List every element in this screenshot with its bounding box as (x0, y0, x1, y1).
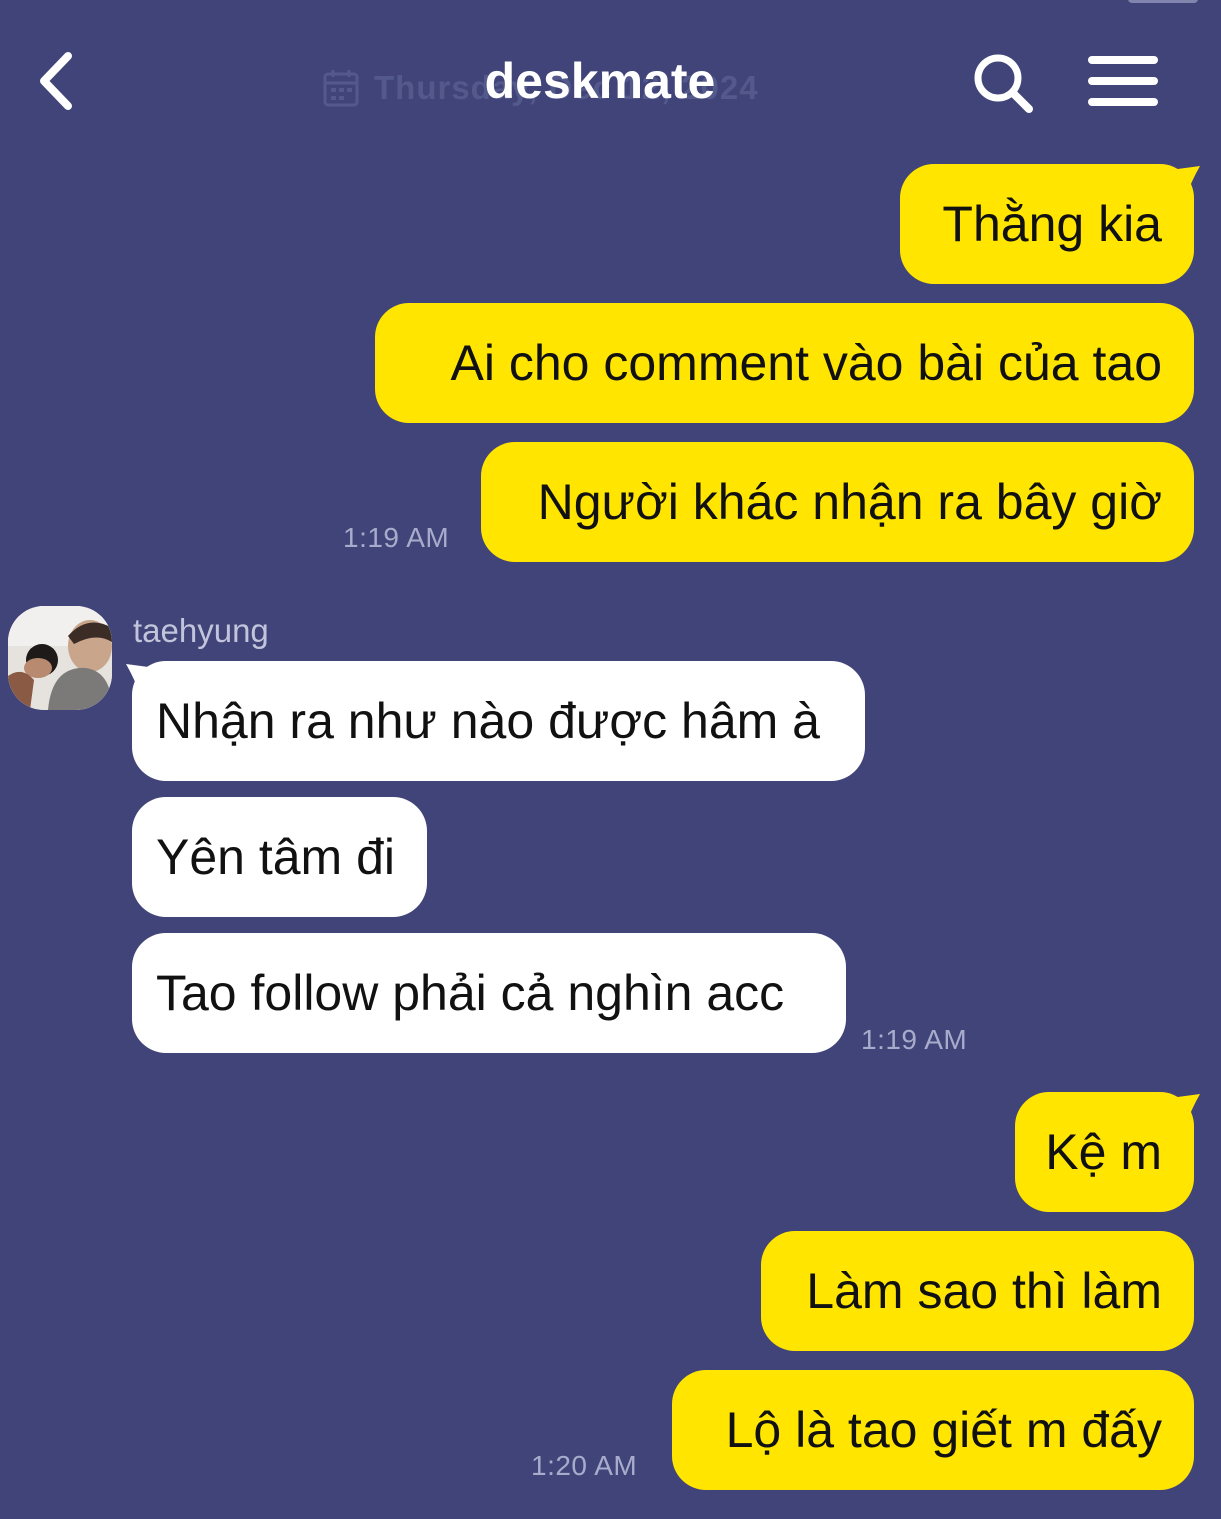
message-bubble-incoming[interactable]: Tao follow phải cả nghìn acc (132, 933, 846, 1053)
message-timestamp: 1:20 AM (531, 1450, 638, 1481)
message-bubble-outgoing[interactable]: Kệ m (1015, 1092, 1194, 1212)
avatar-photo (8, 606, 112, 710)
message-bubble-outgoing[interactable]: Lộ là tao giết m đấy (672, 1370, 1194, 1490)
message-bubble-outgoing[interactable]: Ai cho comment vào bài của tao (375, 303, 1194, 423)
search-icon (974, 54, 1033, 113)
sender-name: taehyung (133, 612, 269, 649)
message-timestamp: 1:19 AM (861, 1024, 968, 1055)
message-timestamp: 1:19 AM (343, 522, 450, 553)
message-bubble-incoming[interactable]: Nhận ra như nào được hâm à (132, 661, 865, 781)
menu-button[interactable] (1086, 52, 1160, 112)
chat-header: Thursday, Dec 12, 2024 deskmate (0, 0, 1221, 150)
message-bubble-incoming[interactable]: Yên tâm đi (132, 797, 427, 917)
message-bubble-outgoing[interactable]: Thằng kia (900, 164, 1194, 284)
menu-icon (1088, 56, 1158, 106)
search-button[interactable] (970, 50, 1036, 116)
avatar[interactable] (8, 606, 112, 710)
message-bubble-outgoing[interactable]: Làm sao thì làm (761, 1231, 1194, 1351)
message-bubble-outgoing[interactable]: Người khác nhận ra bây giờ (481, 442, 1194, 562)
